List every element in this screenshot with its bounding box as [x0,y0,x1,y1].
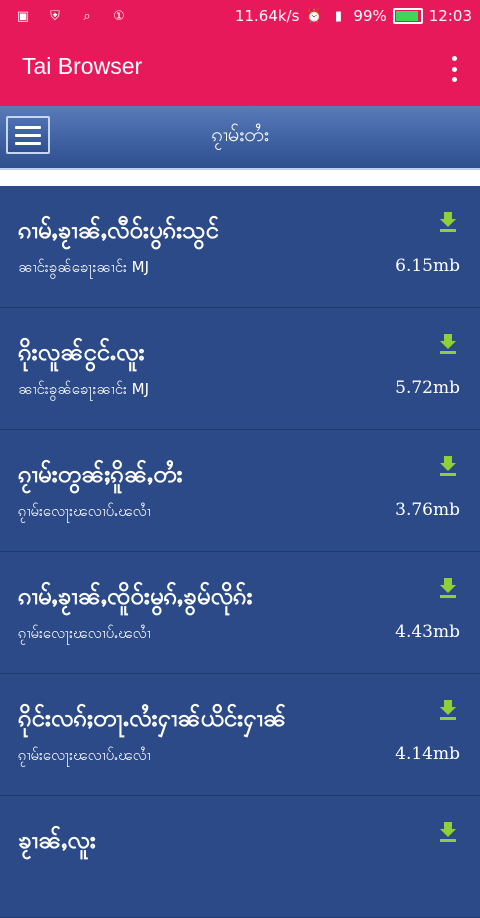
song-title: ၵိုင်းလၵ်ႈတႃႉလႆးႁၢၼ်ယိင်းႁၢၼ် [18,704,287,732]
list-item[interactable]: ၵိုးလူၼ်ငွင်ႉလူး ၼၢင်းၶွၼ်ၶေႃးၼၢင်း MJ 5… [0,308,480,430]
song-artist: ၼၢင်းၶွၼ်ၶေႃးၼၢင်း MJ [18,380,149,398]
song-title: ၶႂၢၼ်ႇလူး [18,826,96,854]
list-item[interactable]: ၵၢမ်ႇၶႂၢၼ်ႇလီဝ်းပွၵ်းသွင် ၼၢင်းၶွၼ်ၶေႃးၼ… [0,186,480,308]
download-icon[interactable] [440,700,456,720]
category-bar: ၵႂၢမ်းတႆး [0,106,480,170]
battery-percent: 99% [353,7,387,25]
song-artist: ၵႂၢမ်းလေႃးၽလၢပ်ႉၽလၢႆ [18,746,151,764]
download-icon[interactable] [440,212,456,232]
download-icon[interactable] [440,578,456,598]
list-item[interactable]: ၶႂၢၼ်ႇလူး [0,796,480,918]
category-title: ၵႂၢမ်းတႆး [211,122,269,146]
song-title: ၵၢမ်ႇၶႂၢၼ်ႇလီဝ်းပွၵ်းသွင် [18,216,219,244]
song-size: 6.15mb [395,256,460,276]
divider [0,170,480,186]
song-artist: ၼၢင်းၶွၼ်ၶေႃးၼၢင်း MJ [18,258,149,276]
song-title: ၵႂၢမ်းတွၼ်ႈၵိူၼ်ႇတႆး [18,460,183,488]
song-list: ၵၢမ်ႇၶႂၢၼ်ႇလီဝ်းပွၵ်းသွင် ၼၢင်းၶွၼ်ၶေႃးၼ… [0,186,480,918]
kebab-menu-icon[interactable] [452,56,458,82]
list-item[interactable]: ၵိုင်းလၵ်ႈတႃႉလႆးႁၢၼ်ယိင်းႁၢၼ် ၵႂၢမ်းလေႃး… [0,674,480,796]
clock: 12:03 [428,7,472,25]
screenshot-icon: ▣ [16,8,30,24]
song-size: 4.43mb [395,622,460,642]
status-bar: ▣ ⛨ ⌕ ① 11.64k/s ⏰ ▮ 99% 12:03 [0,0,480,33]
notification-1-icon: ① [113,8,125,24]
battery-icon [392,8,423,24]
song-size: 5.72mb [395,378,460,398]
song-title: ၵၢမ်ႇၶႂၢၼ်ႇၸိူဝ်းမွၵ်ႇၶွမ်လိုၵ်း [18,582,253,610]
network-speed: 11.64k/s [234,7,300,25]
download-icon[interactable] [440,334,456,354]
song-size: 3.76mb [395,500,460,520]
app-bar: Tai Browser [0,33,480,106]
song-artist: ၵႂၢမ်းလေႃးၽလၢပ်ႉၽလၢႆ [18,624,151,642]
song-artist: ၵႂၢမ်းလေႃးၽလၢပ်ႉၽလၢႆ [18,502,151,520]
vpn-shield-icon: ⛨ [50,8,60,24]
list-item[interactable]: ၵႂၢမ်းတွၼ်ႈၵိူၼ်ႇတႆး ၵႂၢမ်းလေႃးၽလၢပ်ႉၽလၢ… [0,430,480,552]
signal-icon: ▮ [334,8,342,24]
song-size: 4.14mb [395,744,460,764]
list-item[interactable]: ၵၢမ်ႇၶႂၢၼ်ႇၸိူဝ်းမွၵ်ႇၶွမ်လိုၵ်း ၵႂၢမ်းလ… [0,552,480,674]
search-icon: ⌕ [83,8,91,24]
song-title: ၵိုးလူၼ်ငွင်ႉလူး [18,338,145,366]
download-icon[interactable] [440,822,456,842]
app-title: Tai Browser [22,53,143,79]
download-icon[interactable] [440,456,456,476]
alarm-icon: ⏰ [306,8,323,24]
